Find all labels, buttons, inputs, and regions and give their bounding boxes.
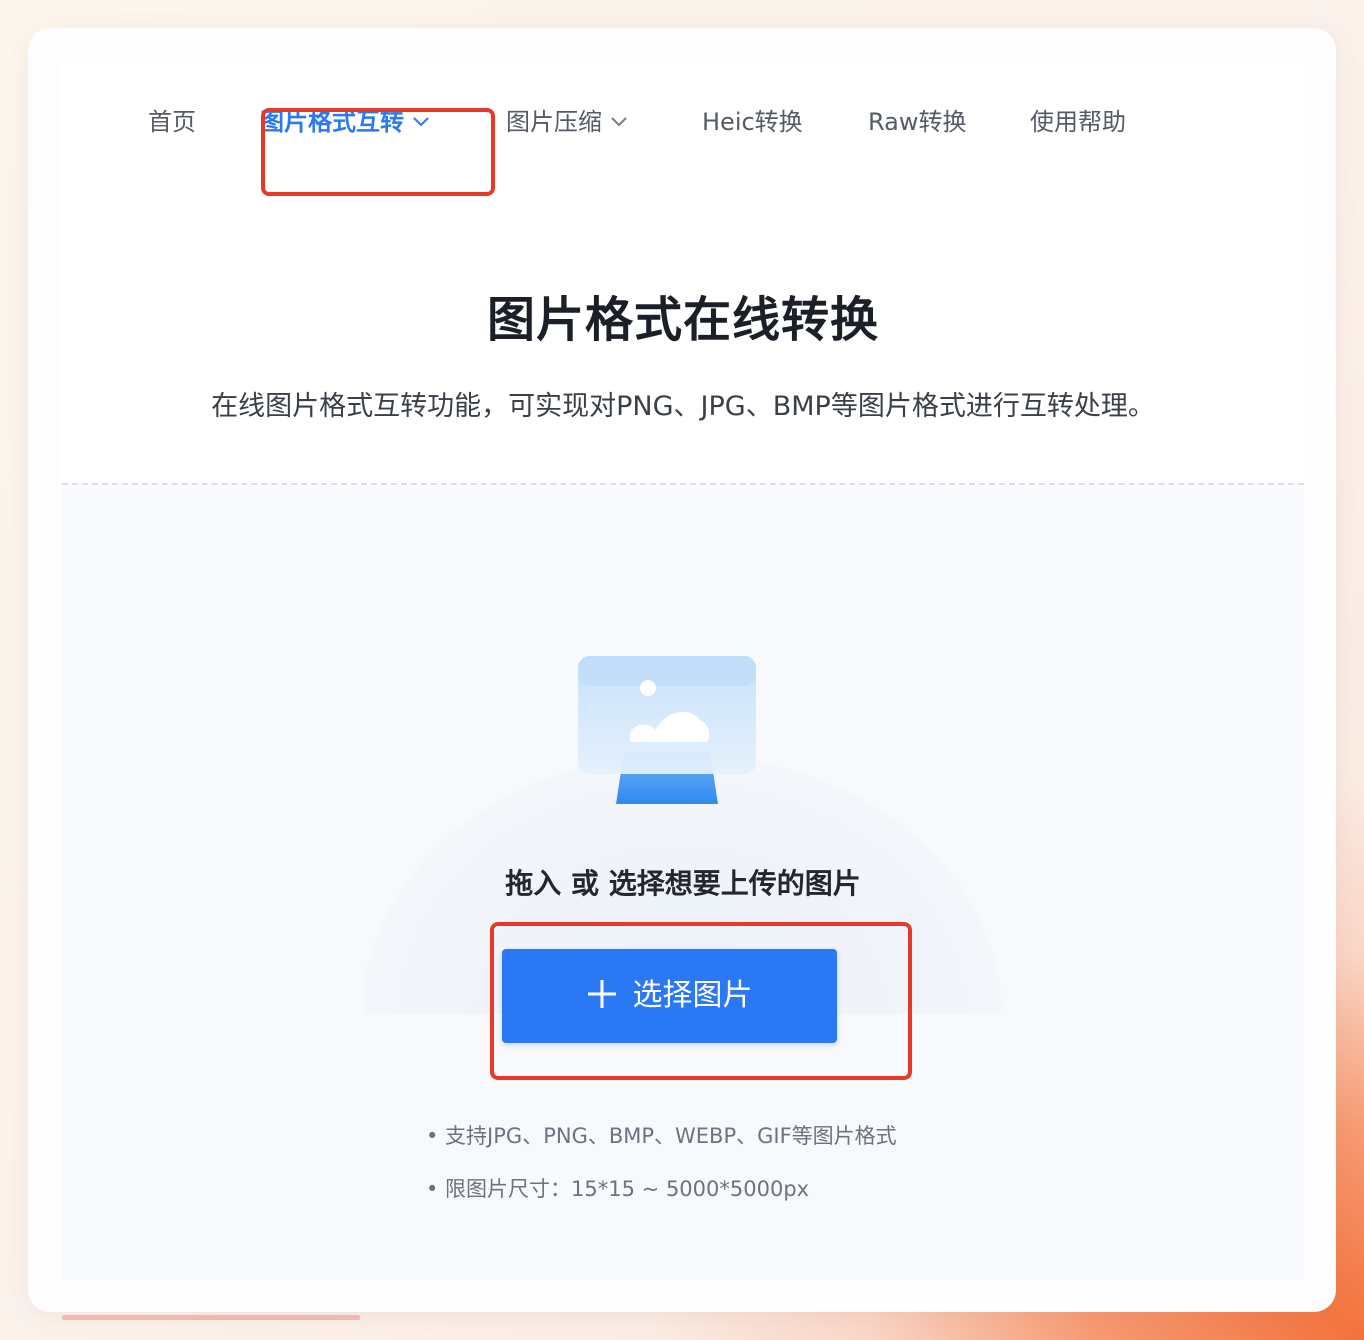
size-limit-info: • 限图片尺寸：15*15 ~ 5000*5000px [426, 1177, 810, 1201]
nav-item-help[interactable]: 使用帮助 [1030, 102, 1126, 142]
page-description: 在线图片格式互转功能，可实现对PNG、JPG、BMP等图片格式进行互转处理。 [211, 391, 1155, 422]
nav-item-home[interactable]: 首页 [148, 102, 196, 142]
nav-item-label: Raw转换 [868, 108, 967, 136]
chevron-down-icon [611, 117, 627, 127]
section-divider [62, 483, 1304, 485]
nav-item-label: 图片压缩 [506, 108, 602, 136]
supported-formats-info: • 支持JPG、PNG、BMP、WEBP、GIF等图片格式 [426, 1124, 897, 1148]
button-highlight-box [490, 922, 912, 1080]
nav-item-raw[interactable]: Raw转换 [868, 102, 966, 142]
upload-hint: 拖入 或 选择想要上传的图片 [505, 867, 861, 900]
upload-dropzone[interactable]: 拖入 或 选择想要上传的图片 选择图片 • 支持JPG、PNG、BMP、WEBP… [62, 486, 1304, 1280]
nav-item-compress[interactable]: 图片压缩 [506, 102, 628, 142]
content-panel: 首页 图片格式互转 图片压缩 Heic转换 Raw转换 使用帮助 图片格式在线转… [62, 62, 1304, 1280]
nav-item-label: Heic转换 [702, 108, 803, 136]
nav-highlight-box [261, 108, 495, 196]
nav-item-label: 使用帮助 [1030, 108, 1126, 136]
bottom-indicator [62, 1315, 360, 1320]
monitor-image-icon [578, 656, 756, 804]
page-title: 图片格式在线转换 [486, 292, 879, 348]
main-card: 首页 图片格式互转 图片压缩 Heic转换 Raw转换 使用帮助 图片格式在线转… [28, 28, 1336, 1312]
nav-item-label: 首页 [148, 108, 196, 136]
nav-item-heic[interactable]: Heic转换 [702, 102, 803, 142]
top-nav: 首页 图片格式互转 图片压缩 Heic转换 Raw转换 使用帮助 [62, 62, 1304, 196]
